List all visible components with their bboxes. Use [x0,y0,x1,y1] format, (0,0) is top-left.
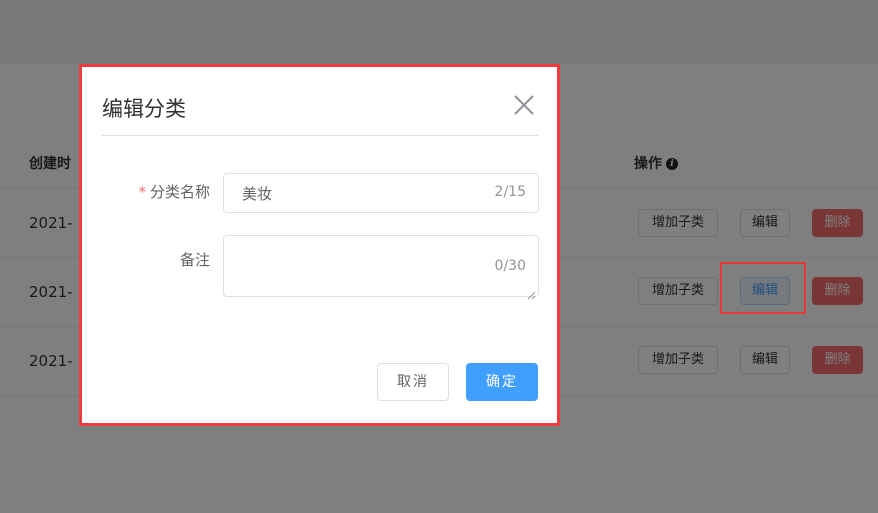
cancel-button[interactable]: 取消 [377,363,449,401]
category-name-label-text: 分类名称 [149,183,210,201]
close-icon[interactable] [512,93,536,117]
edit-highlight-box [720,262,806,314]
required-mark: * [138,183,146,201]
remark-label: 备注 [179,251,210,269]
category-name-label: * 分类名称 [100,181,210,202]
dialog-title: 编辑分类 [102,97,186,121]
category-name-counter: 2/15 [494,184,526,200]
remark-counter: 0/30 [494,258,526,274]
category-name-input[interactable]: 美妆 2/15 [223,173,539,213]
category-name-value: 美妆 [242,185,273,203]
remark-textarea[interactable]: 0/30 [223,235,539,300]
edit-category-dialog: 编辑分类 * 分类名称 美妆 2/15 备注 0/30 取消 确定 [79,64,560,426]
confirm-button[interactable]: 确定 [466,363,538,401]
dialog-divider [102,135,538,136]
resize-handle-icon[interactable] [527,285,536,300]
